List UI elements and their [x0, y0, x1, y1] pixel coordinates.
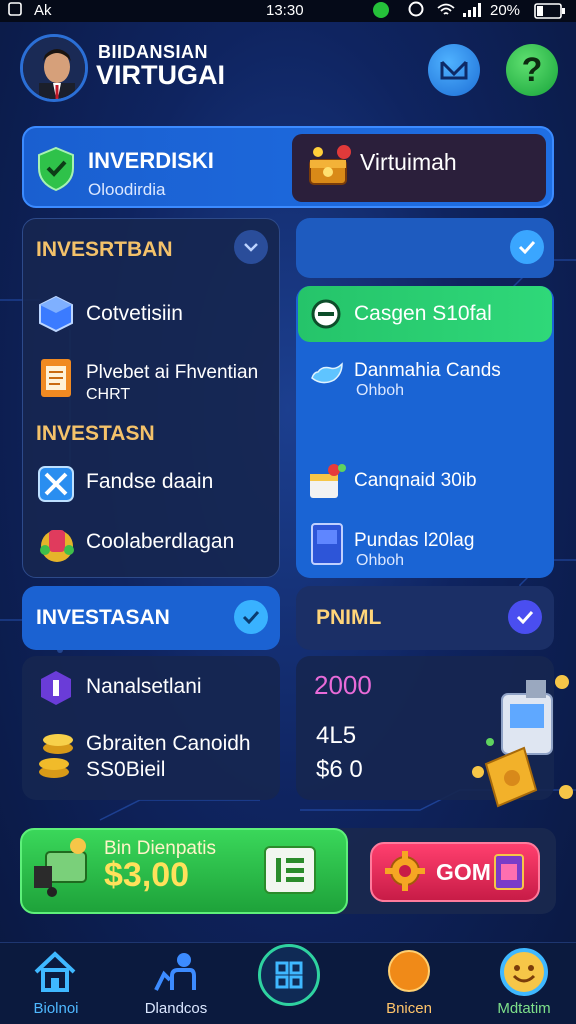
- smiley-icon[interactable]: [498, 946, 550, 1003]
- list-item-label[interactable]: Nanalsetlani: [86, 675, 202, 699]
- call-icon: [372, 1, 390, 23]
- check-icon: [242, 610, 260, 624]
- list-item-label[interactable]: Cotvetisiin: [86, 302, 183, 326]
- section-title-investments: INVESRTBAN: [36, 238, 173, 261]
- nav-item-bnicen-label[interactable]: Bnicen: [359, 1000, 459, 1017]
- pniml-highlight-value: 2000: [314, 670, 372, 700]
- list-icon: [276, 858, 304, 882]
- check-icon: [518, 240, 536, 254]
- nav-item-mdtatim-label[interactable]: Mdtatim: [474, 1000, 574, 1017]
- treasure-icon: [304, 140, 356, 197]
- pniml-value-1: 4L5: [316, 722, 357, 749]
- coins-icon: [36, 728, 76, 785]
- check-icon: [516, 610, 534, 624]
- right-panel-check-button[interactable]: [510, 230, 544, 264]
- nav-item-home-label[interactable]: Biolnoi: [6, 1000, 106, 1017]
- carrier-label: Ak: [34, 2, 52, 19]
- ticket-icon: [492, 852, 526, 897]
- cash-row-label: Casgen S10fal: [354, 302, 492, 325]
- pniml-check-button[interactable]: [508, 600, 542, 634]
- section-title-investasn: INVESTASN: [36, 422, 155, 445]
- list-item-label[interactable]: Plvebet ai Fhventian: [86, 362, 258, 384]
- virtual-wallet-label: Virtuimah: [360, 149, 457, 175]
- list-item-label[interactable]: Danmahia Cands: [354, 360, 501, 382]
- bird-icon: [308, 358, 346, 401]
- nav-item-dlandcos-label[interactable]: Dlandcos: [126, 1000, 226, 1017]
- status-bar: Ak 13:30 20%: [0, 0, 576, 22]
- mail-button[interactable]: [428, 44, 480, 96]
- list-item-sub: Ohboh: [356, 552, 405, 569]
- hexagon-icon: [36, 668, 76, 713]
- atm-machine-icon: [470, 672, 576, 813]
- battery-label: 20%: [490, 2, 521, 19]
- compass-icon[interactable]: [386, 948, 432, 999]
- grid-icon: [275, 961, 303, 989]
- shield-check-icon: [36, 146, 76, 197]
- box-icon: [304, 458, 348, 507]
- people-icon[interactable]: [152, 950, 198, 999]
- list-item-label[interactable]: Fandse daain: [86, 470, 213, 494]
- deposit-amount: $3,00: [104, 856, 190, 894]
- gallery-icon: [8, 2, 22, 20]
- list-item-label[interactable]: Coolaberdlagan: [86, 530, 234, 554]
- help-button[interactable]: ?: [506, 44, 558, 96]
- question-icon: ?: [521, 50, 543, 89]
- mail-icon: [440, 60, 468, 80]
- header-title: VIRTUGAI: [96, 60, 226, 90]
- block-icon: [310, 298, 342, 335]
- gear-icon: [384, 850, 426, 897]
- overview-subtitle: Oloodirdia: [88, 180, 166, 199]
- signal-icon: [462, 2, 484, 22]
- clock: 13:30: [266, 2, 304, 19]
- investasan-check-button[interactable]: [234, 600, 268, 634]
- document-icon: [36, 356, 76, 405]
- cube-icon: [36, 294, 76, 339]
- list-item-sub: Ohboh: [356, 382, 405, 399]
- list-item-sub: CHRT: [86, 386, 131, 403]
- chevron-down-icon: [244, 243, 258, 252]
- money-cart-icon: [32, 836, 98, 905]
- wifi-icon: [436, 2, 456, 22]
- card-stack-icon: [308, 520, 348, 573]
- gom-label: GOM: [436, 859, 491, 885]
- gift-icon: [34, 520, 80, 571]
- avatar[interactable]: [20, 34, 88, 102]
- section-title-pniml: PNIML: [316, 606, 382, 629]
- battery-icon: [534, 3, 566, 23]
- pniml-value-2: $6 0: [316, 756, 363, 783]
- nav-center-button[interactable]: [258, 944, 320, 1006]
- list-item-label[interactable]: Gbraiten Canoidh: [86, 732, 251, 756]
- section-collapse-button[interactable]: [234, 230, 268, 264]
- list-view-button[interactable]: [264, 846, 316, 894]
- home-icon[interactable]: [32, 950, 78, 999]
- list-item-label[interactable]: Pundas l20lag: [354, 530, 474, 552]
- alarm-icon: [408, 1, 424, 21]
- overview-title: INVERDISKI: [88, 148, 214, 173]
- list-item-sub: SS0Bieil: [86, 758, 166, 781]
- list-item-label[interactable]: Canqnaid 30ib: [354, 470, 477, 492]
- tools-icon: [36, 464, 76, 509]
- section-title-investasan: INVESTASAN: [36, 606, 170, 629]
